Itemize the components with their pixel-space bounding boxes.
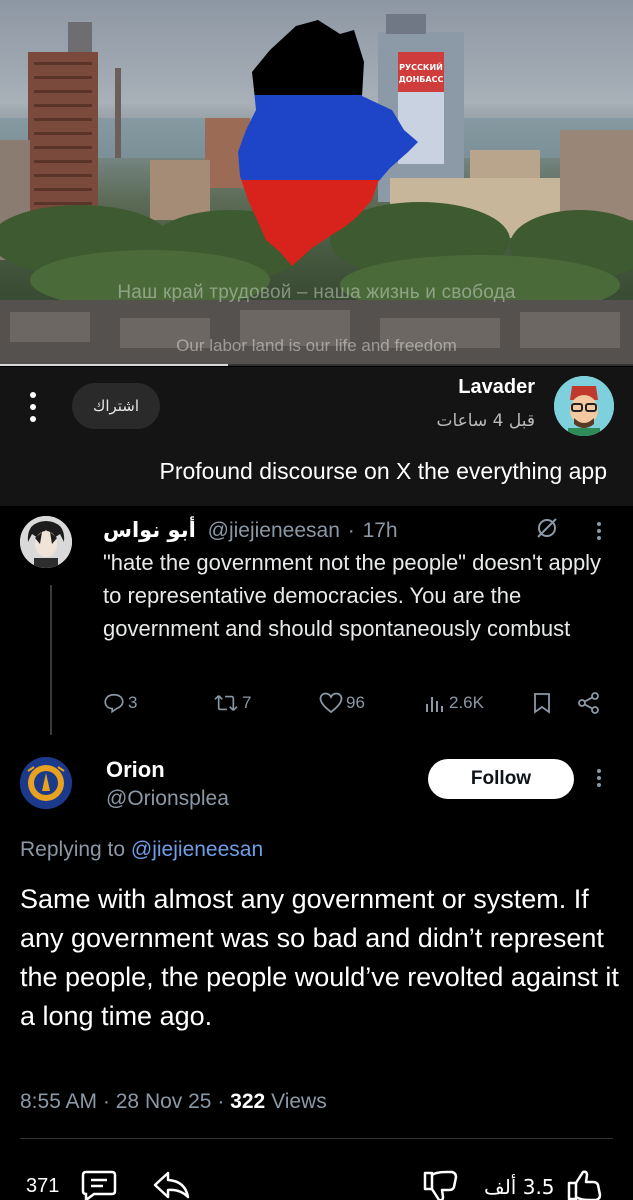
more-options-icon[interactable] — [24, 392, 42, 422]
tweet2-views-count: 322 — [230, 1090, 266, 1113]
replying-mention[interactable]: @jiejieneesan — [131, 838, 263, 861]
post-image[interactable]: РУССКИЙ ДОНБАСС Наш край трудовой – наша… — [0, 0, 633, 366]
follow-button[interactable]: Follow — [428, 759, 574, 799]
billboard-text: РУССКИЙ — [399, 61, 443, 72]
share-icon — [578, 692, 599, 714]
video-progress-bar[interactable] — [0, 364, 633, 366]
tweet1-avatar[interactable] — [20, 516, 72, 568]
like-button[interactable]: 96 — [319, 690, 365, 716]
tweet2-display-name[interactable]: Orion — [106, 757, 165, 783]
tweet1-display-name[interactable]: أبو نواس — [103, 518, 196, 542]
dislike-icon[interactable] — [422, 1169, 460, 1200]
heart-icon — [319, 692, 343, 714]
likes-count: 3.5 ألف — [484, 1175, 555, 1199]
comment-username[interactable]: Lavader — [458, 376, 535, 399]
share-arrow-icon[interactable] — [152, 1169, 192, 1200]
like-count: 96 — [346, 693, 365, 712]
bottom-action-bar: 371 3.5 ألف — [0, 1165, 633, 1200]
commenter-avatar[interactable] — [554, 376, 614, 436]
meta-separator: · — [217, 1090, 225, 1113]
tweet1-separator: · — [347, 519, 355, 542]
reply-icon — [104, 693, 124, 714]
repost-button[interactable]: 7 — [213, 690, 251, 716]
orion-logo — [20, 757, 72, 809]
grok-icon[interactable] — [535, 516, 559, 540]
tweet2-date: 28 Nov 25 — [115, 1090, 212, 1113]
city-photo: РУССКИЙ ДОНБАСС — [0, 14, 633, 366]
repost-count: 7 — [242, 693, 252, 712]
views-icon — [426, 697, 443, 712]
hero-caption-en: Our labor land is our life and freedom — [176, 336, 457, 355]
tweet2-handle[interactable]: @Orionsplea — [106, 787, 229, 811]
hero-caption-ru: Наш край трудовой – наша жизнь и свобода — [117, 282, 516, 303]
thread-connector — [50, 585, 52, 735]
comments-count: 371 — [26, 1175, 60, 1197]
tweet1-more-icon[interactable] — [592, 520, 606, 542]
subscribe-button[interactable]: اشتراك — [72, 383, 160, 429]
tweet1-time: 17h — [362, 519, 398, 542]
video-progress-fill — [0, 364, 228, 366]
tweet1-actions: 3 7 96 2.6K — [103, 690, 613, 716]
replying-prefix: Replying to — [20, 838, 126, 861]
tweet2-text: Same with almost any government or syste… — [20, 884, 619, 1031]
tweet2-meta: 8:55 AM · 28 Nov 25 · 322 Views — [20, 1090, 327, 1114]
comment-icon[interactable] — [80, 1169, 118, 1200]
views-button[interactable]: 2.6K — [424, 690, 484, 716]
bookmark-button[interactable] — [531, 690, 553, 716]
views-count: 2.6K — [449, 693, 484, 712]
like-icon[interactable] — [566, 1169, 606, 1200]
tweet1-handle[interactable]: @jiejieneesan — [208, 519, 340, 542]
anime-avatar-illustration — [20, 516, 72, 568]
reply-count: 3 — [128, 693, 138, 712]
replying-to: Replying to @jiejieneesan — [20, 838, 263, 862]
divider — [20, 1138, 613, 1139]
tweet2-views-label: Views — [271, 1090, 327, 1113]
tweet2-more-icon[interactable] — [592, 767, 606, 789]
comment-text: Profound discourse on X the everything a… — [159, 458, 607, 484]
repost-icon — [214, 695, 238, 711]
comment-time: قبل 4 ساعات — [436, 411, 535, 431]
reply-button[interactable]: 3 — [103, 690, 137, 716]
meta-separator: · — [102, 1090, 110, 1113]
tweet1-header: أبو نواس @jiejieneesan · 17h — [103, 518, 398, 543]
svg-text:ДОНБАСС: ДОНБАСС — [399, 75, 444, 84]
tweet1-text: "hate the government not the people" doe… — [103, 550, 602, 641]
share-button[interactable] — [577, 690, 601, 716]
tweet2-time: 8:55 AM — [20, 1090, 98, 1113]
tweet2-avatar[interactable] — [20, 757, 72, 809]
avatar-illustration — [554, 376, 614, 436]
bookmark-icon — [534, 693, 550, 714]
